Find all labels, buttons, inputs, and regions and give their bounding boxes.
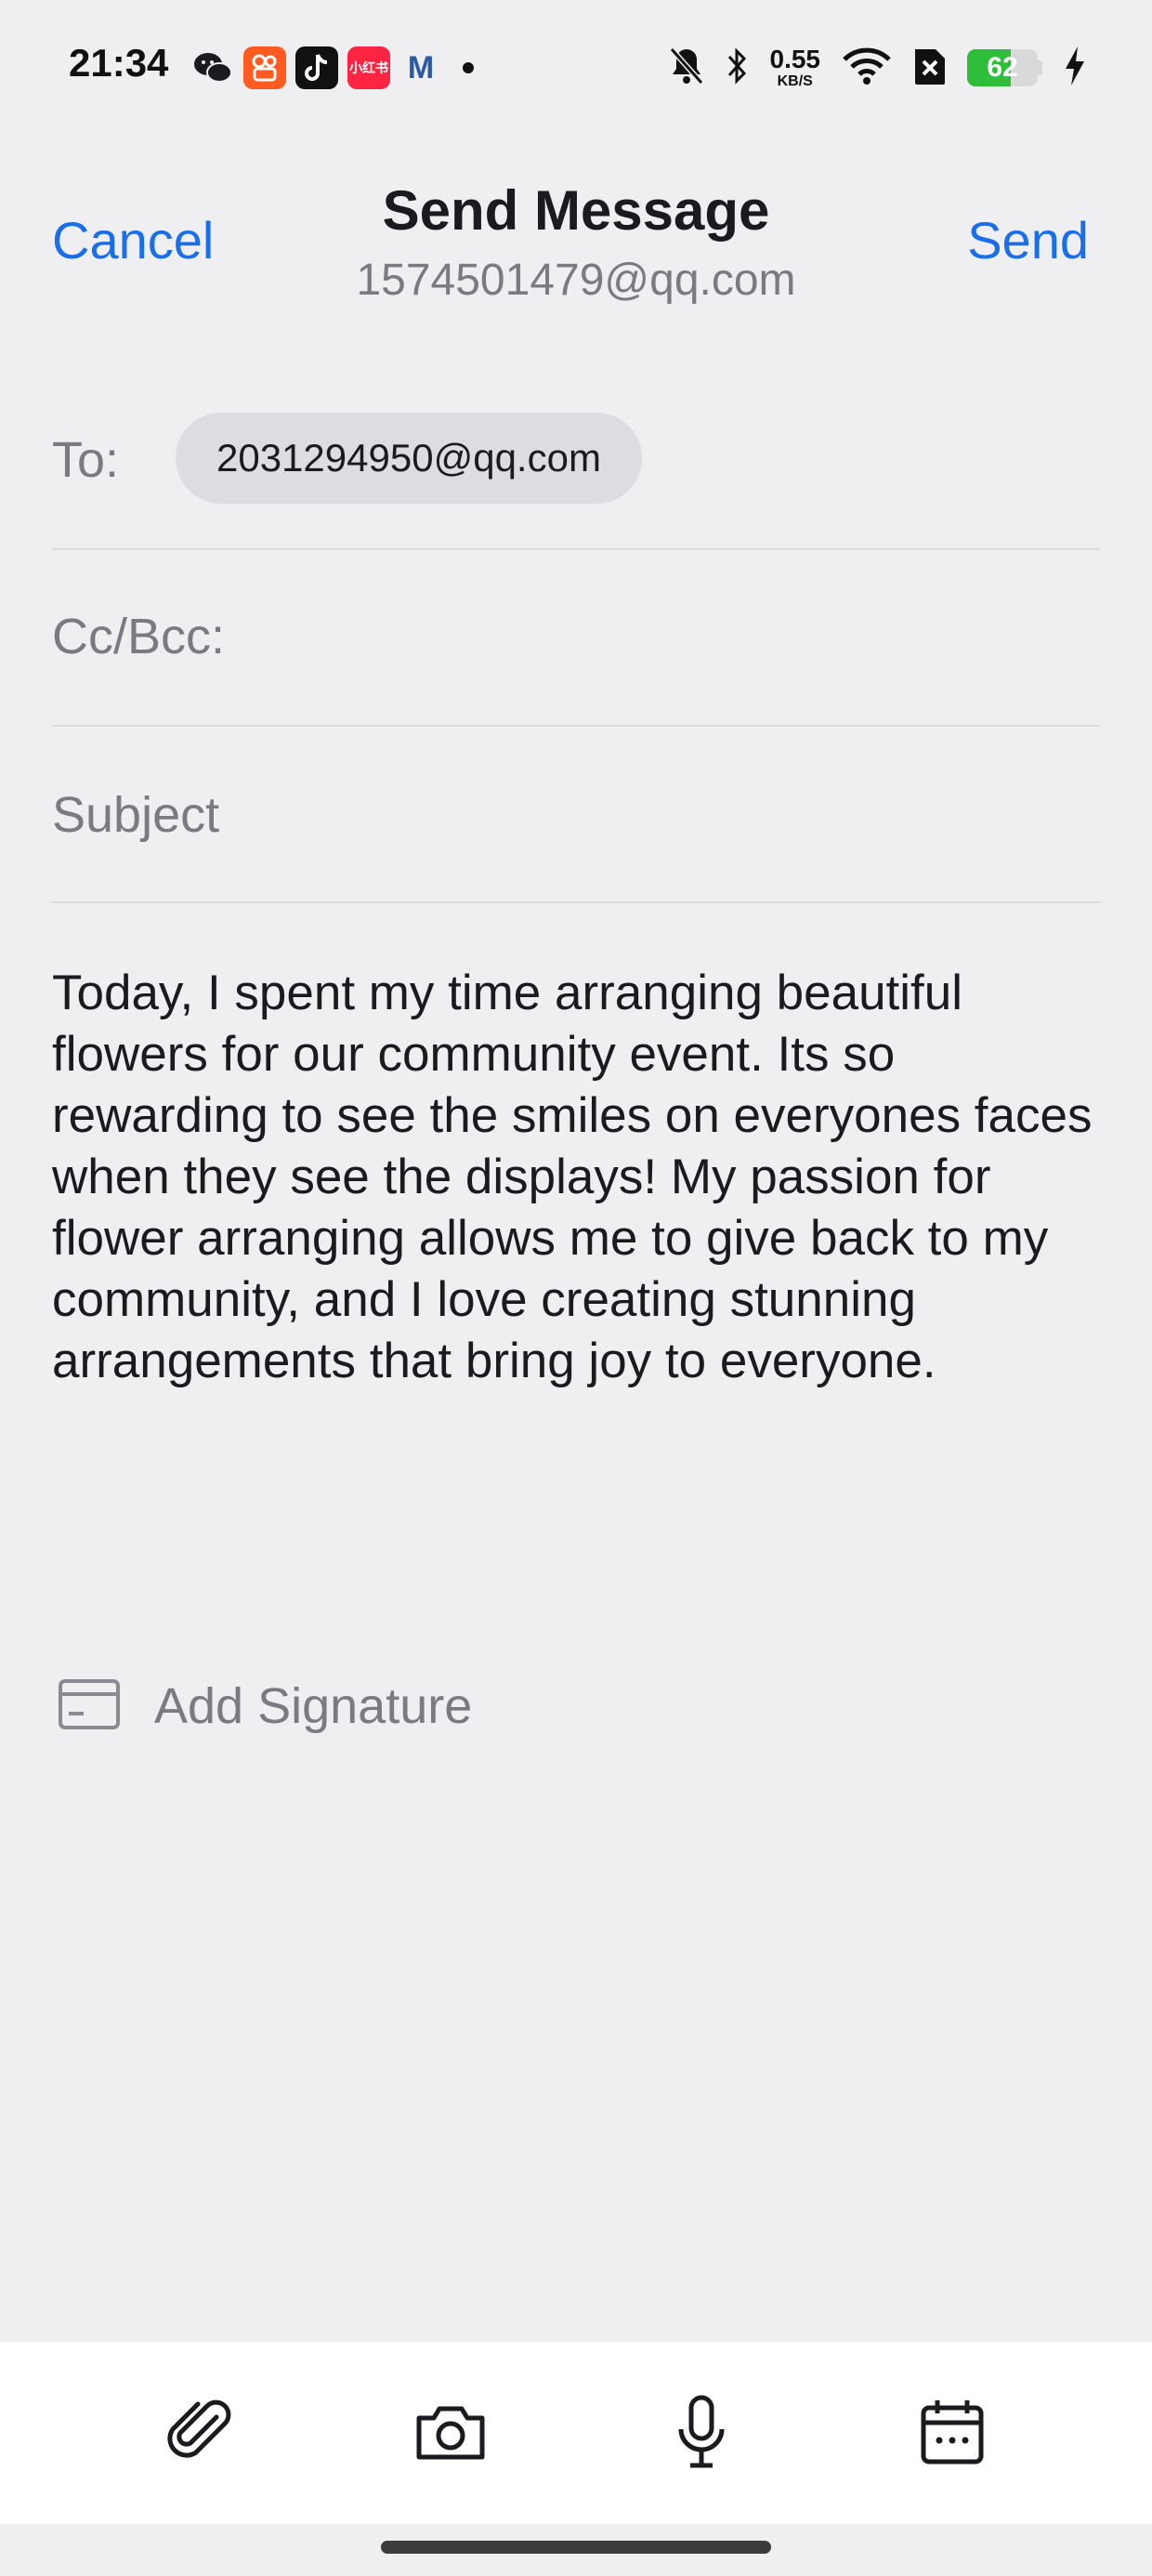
charging-bolt-icon [1063, 45, 1087, 92]
add-signature-button[interactable]: Add Signature [58, 1673, 472, 1740]
signature-card-icon [58, 1678, 121, 1735]
wechat-icon [191, 46, 234, 89]
to-field-row[interactable]: To: 2031294950@qq.com [52, 390, 1100, 550]
xiaohongshu-icon: 小红书 [347, 46, 390, 89]
voice-input-button[interactable] [650, 2382, 753, 2484]
notification-icons: 小红书 M [191, 46, 474, 89]
cc-bcc-input[interactable] [275, 587, 1100, 690]
to-label: To: [52, 432, 120, 488]
compose-screen: 21:34 小红书 M 0.55 KB/S 62 Cancel Send Mes… [0, 0, 1152, 2576]
network-speed-unit: KB/S [777, 73, 813, 89]
subject-field-row [52, 727, 1100, 903]
attach-button[interactable] [149, 2382, 251, 2484]
battery-percent: 62 [987, 52, 1018, 83]
bottom-toolbar [0, 2342, 1152, 2524]
home-indicator[interactable] [381, 2541, 771, 2554]
tiktok-icon [295, 46, 338, 89]
camera-icon [413, 2399, 488, 2467]
schedule-button[interactable] [901, 2382, 1003, 2484]
no-sim-icon [913, 46, 947, 91]
status-indicators: 0.55 KB/S 62 [668, 43, 1088, 93]
network-speed-value: 0.55 [769, 45, 821, 73]
more-notifications-dot [463, 62, 474, 73]
microphone-icon [674, 2394, 729, 2473]
attachment-icon [163, 2395, 237, 2472]
battery-indicator: 62 [967, 49, 1042, 86]
gmail-m-icon: M [407, 49, 435, 85]
recipient-chip[interactable]: 2031294950@qq.com [176, 413, 642, 504]
mute-bell-icon [668, 46, 705, 91]
message-body[interactable]: Today, I spent my time arranging beautif… [52, 963, 1106, 1392]
calendar-icon [919, 2397, 986, 2470]
cc-bcc-field-row: Cc/Bcc: [52, 550, 1100, 727]
network-speed: 0.55 KB/S [770, 46, 821, 89]
bluetooth-icon [726, 46, 750, 91]
status-time: 21:34 [69, 41, 169, 85]
camera-button[interactable] [399, 2382, 502, 2484]
cc-bcc-label: Cc/Bcc: [52, 609, 226, 664]
add-signature-label: Add Signature [154, 1678, 473, 1734]
send-button[interactable]: Send [967, 210, 1089, 270]
subject-input[interactable] [52, 764, 1100, 866]
status-bar: 21:34 小红书 M 0.55 KB/S 62 [0, 0, 1152, 130]
kuaishou-icon [243, 46, 286, 89]
wifi-icon [841, 46, 893, 90]
